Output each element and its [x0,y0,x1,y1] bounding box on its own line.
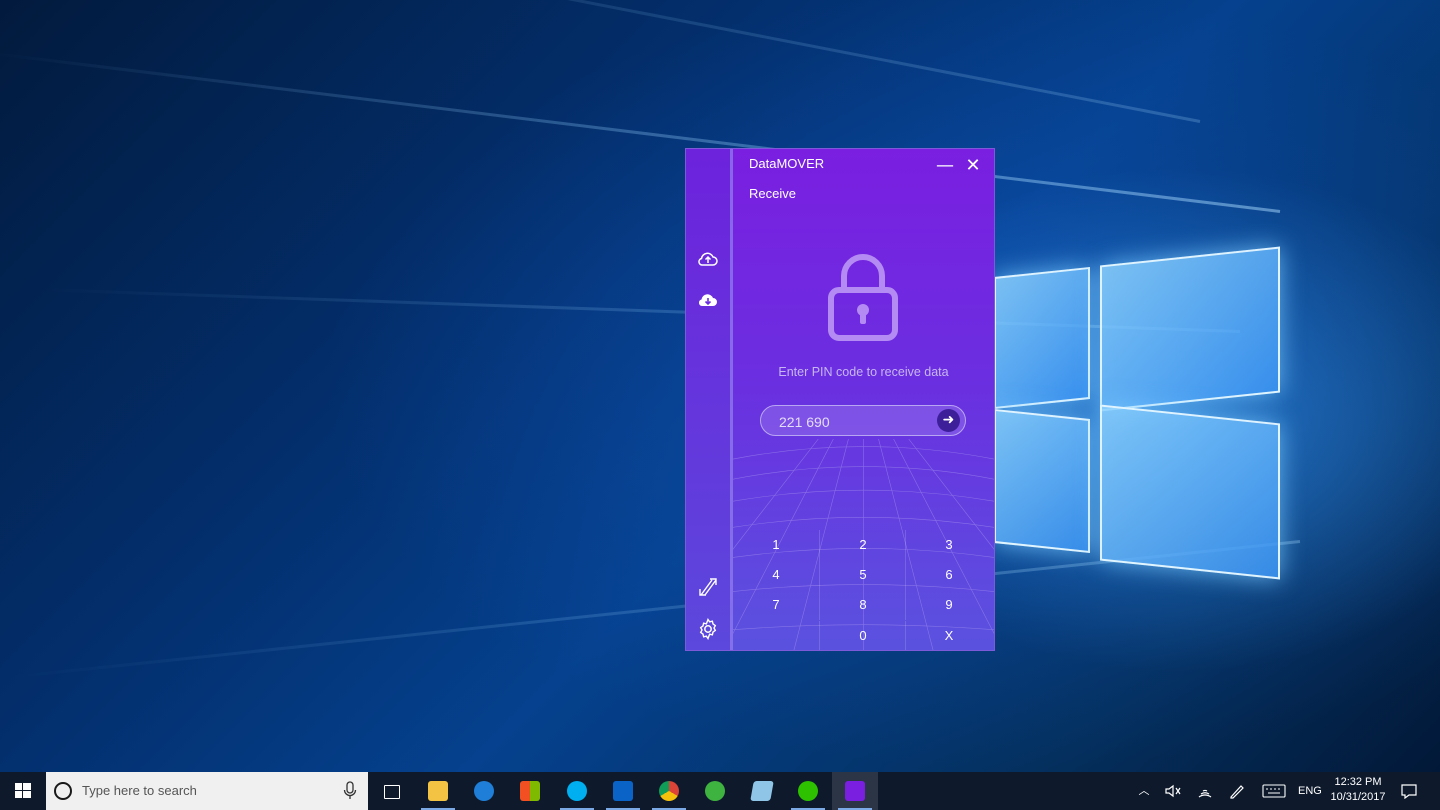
datamover-window: DataMOVER Receive — ✕ Enter PIN code to … [685,148,995,651]
clear-key[interactable]: X [905,621,992,650]
network-icon[interactable] [1196,783,1214,799]
minimize-button[interactable]: — [934,155,956,177]
keypad-key[interactable]: 1 [733,530,819,560]
keypad: 1 2 3 4 5 6 7 8 9 0 X [733,529,994,650]
sidebar [686,149,733,650]
gear-icon[interactable] [696,617,720,641]
light-beam [0,51,1281,213]
section-title: Receive [749,186,796,201]
keypad-key[interactable]: 8 [819,590,906,620]
logo-pane [994,408,1090,554]
app-title: DataMOVER [749,156,825,171]
green-app-icon[interactable] [692,772,738,810]
cloud-upload-icon[interactable] [696,247,720,271]
edge-icon[interactable] [461,772,507,810]
cortana-icon [54,782,72,800]
logo-pane [1100,246,1280,412]
windows-logo [992,242,1282,580]
outlook-icon[interactable] [600,772,646,810]
keypad-key[interactable]: 7 [733,590,819,620]
volume-muted-icon[interactable] [1164,783,1182,799]
keypad-key[interactable]: 6 [905,560,992,590]
skype-icon[interactable] [554,772,600,810]
main-panel: DataMOVER Receive — ✕ Enter PIN code to … [733,149,994,650]
logo-pane [1100,404,1280,580]
submit-pin-button[interactable]: ➜ [937,409,960,432]
keypad-key[interactable]: 3 [905,530,992,560]
search-placeholder: Type here to search [82,783,197,798]
lock-icon [828,254,898,341]
notification-icon[interactable] [1400,783,1418,799]
logo-pane [994,266,1090,410]
microphone-icon[interactable] [342,781,358,801]
start-button[interactable] [0,772,46,810]
cloud-download-icon[interactable] [696,288,720,312]
keypad-key[interactable]: 0 [819,621,906,650]
clock-time: 12:32 PM [1334,776,1382,788]
clock[interactable]: 12:32 PM 10/31/2017 [1326,775,1390,805]
keypad-key[interactable]: 5 [819,560,906,590]
wechat-icon[interactable] [785,772,831,810]
datamover-icon[interactable] [832,772,878,810]
store-icon[interactable] [507,772,553,810]
transfer-icon[interactable] [696,575,720,599]
clock-date: 10/31/2017 [1330,791,1386,803]
file-explorer-icon[interactable] [415,772,461,810]
pin-prompt: Enter PIN code to receive data [778,365,949,379]
task-view-icon[interactable] [368,772,414,810]
keypad-key[interactable]: 9 [905,590,992,620]
notes-icon[interactable] [739,772,785,810]
close-button[interactable]: ✕ [962,155,984,177]
keyboard-icon[interactable] [1262,784,1286,798]
light-beam [119,0,1201,123]
language-indicator[interactable]: ENG [1298,772,1322,810]
chevron-up-icon[interactable]: ︿ [1136,772,1152,810]
pin-field: ➜ [760,405,966,436]
pen-icon[interactable] [1228,783,1246,799]
taskbar: Type here to search ︿ ENG 12:32 PM 10/31… [0,772,1440,810]
keypad-key[interactable]: 2 [819,530,906,560]
search-box[interactable]: Type here to search [46,772,368,810]
pin-input[interactable] [777,410,931,434]
chrome-icon[interactable] [646,772,692,810]
keypad-key[interactable]: 4 [733,560,819,590]
